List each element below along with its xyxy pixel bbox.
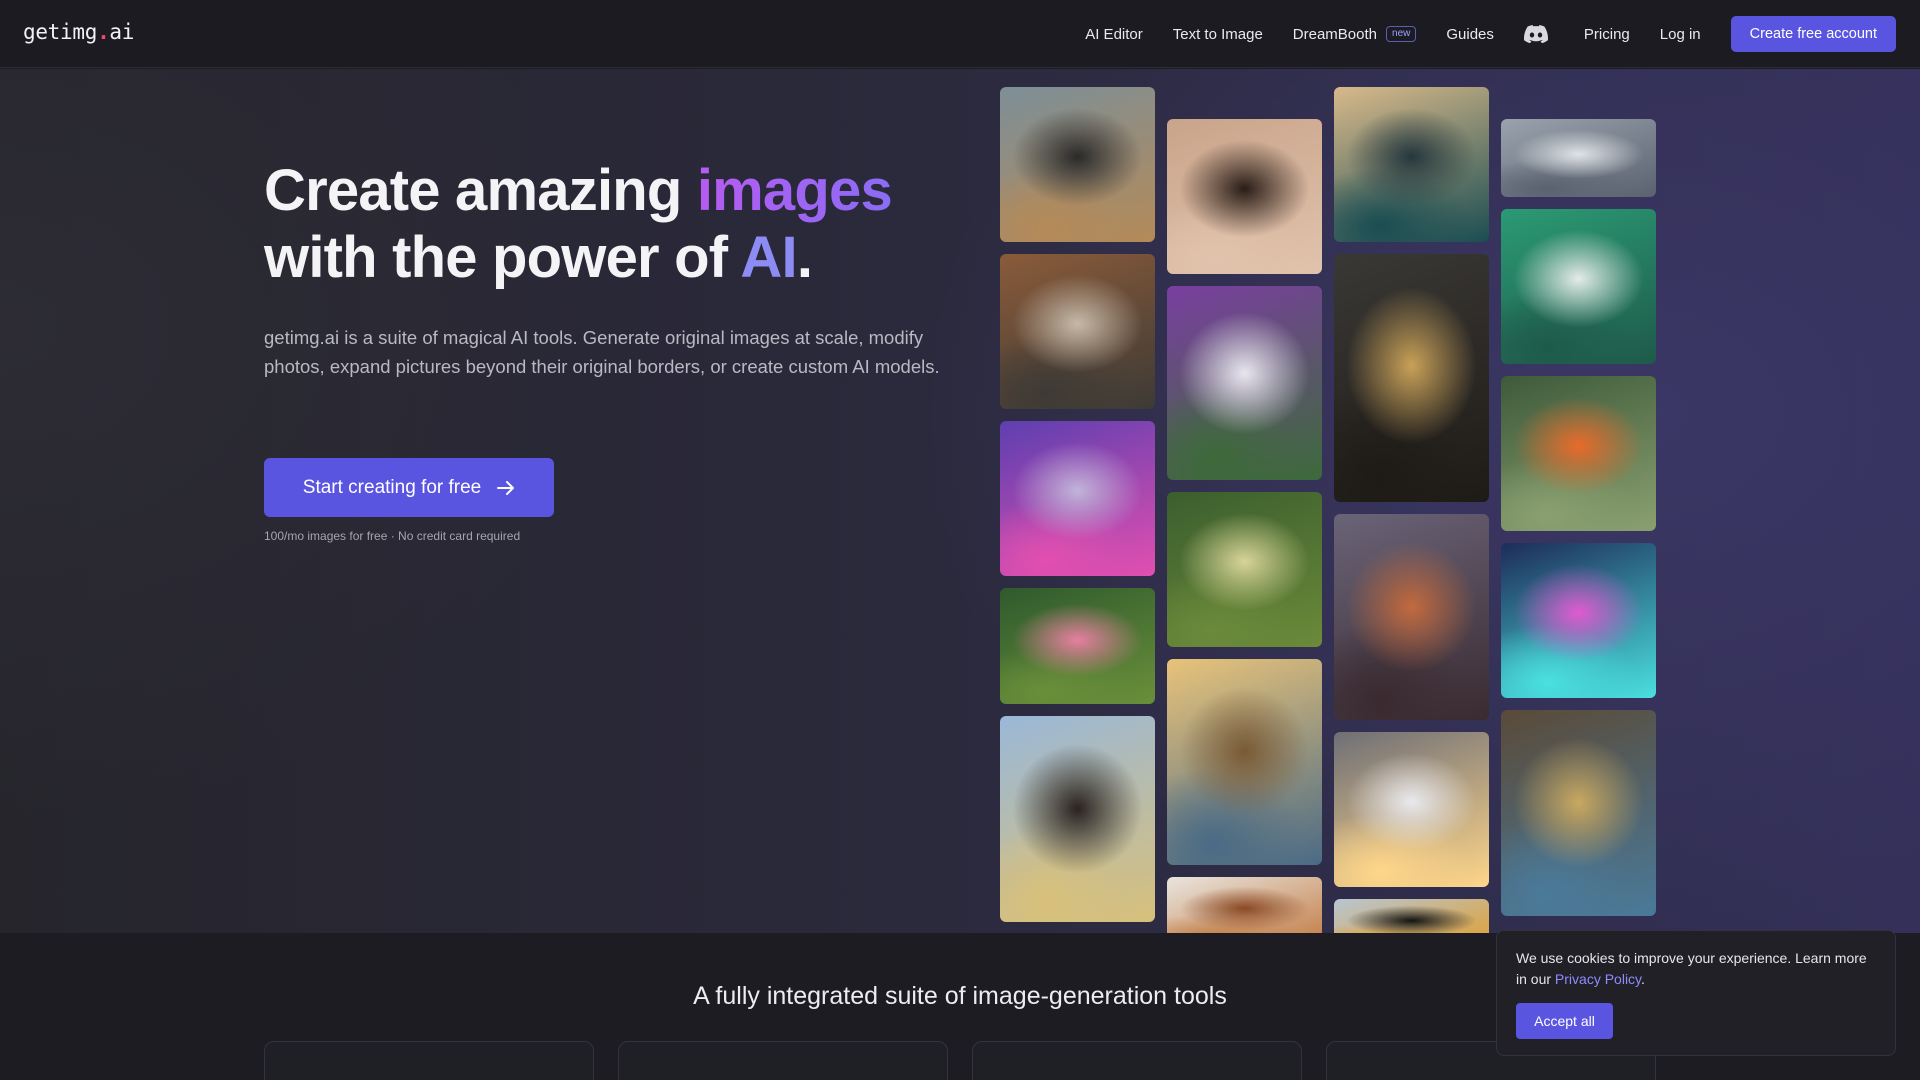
nav-dreambooth[interactable]: DreamBooth new — [1293, 26, 1417, 43]
start-creating-label: Start creating for free — [302, 476, 482, 498]
gallery-image-curly-hair-man[interactable] — [1167, 119, 1322, 274]
hero-title-end: . — [796, 225, 813, 290]
new-badge: new — [1386, 26, 1417, 42]
arrow-right-icon — [497, 480, 515, 495]
logo-name: getimg — [23, 20, 98, 44]
gallery-image-neon-hamster[interactable] — [1501, 543, 1656, 698]
start-creating-button[interactable]: Start creating for free — [264, 458, 554, 517]
gallery-image-golden-skull[interactable] — [1334, 254, 1489, 502]
nav-dreambooth-label: DreamBooth — [1292, 25, 1378, 43]
nav-guides[interactable]: Guides — [1446, 26, 1494, 43]
hero-title-part2: with the power of — [264, 225, 741, 290]
hero-title: Create amazing images with the power of … — [264, 157, 1004, 291]
hero-description: getimg.ai is a suite of magical AI tools… — [264, 327, 940, 377]
gallery-image-bedroom-window[interactable] — [1000, 254, 1155, 409]
hero-title-ai: AI — [740, 225, 797, 290]
cookie-text: We use cookies to improve your experienc… — [1516, 948, 1876, 990]
nav-text-to-image[interactable]: Text to Image — [1173, 26, 1263, 43]
feature-card[interactable] — [264, 1041, 594, 1080]
hero-title-part1: Create amazing — [264, 158, 697, 223]
gallery-image-forest-mushrooms[interactable] — [1334, 514, 1489, 720]
gallery-image-stormy-sea[interactable] — [1334, 87, 1489, 242]
gallery-image-clouds[interactable] — [1501, 119, 1656, 197]
gallery-image-koi-pond[interactable] — [1501, 376, 1656, 531]
cookie-end: . — [1641, 971, 1645, 987]
logo-dot: . — [97, 20, 110, 44]
gallery-image-glowing-sneaker[interactable] — [1334, 732, 1489, 887]
gallery-image-green-hair-anime[interactable] — [1501, 209, 1656, 364]
gallery-image-flower-goddess[interactable] — [1167, 286, 1322, 480]
gallery-image-wooden-arches[interactable] — [1167, 877, 1322, 933]
nav-login[interactable]: Log in — [1660, 26, 1701, 43]
gallery-image-sunlit-tree[interactable] — [1167, 492, 1322, 647]
privacy-policy-link[interactable]: Privacy Policy — [1555, 971, 1641, 987]
brand-logo[interactable]: getimg. ai — [23, 20, 134, 44]
gallery-image-horse-rider[interactable] — [1000, 716, 1155, 922]
nav-links: AI Editor Text to Image DreamBooth new G… — [1085, 16, 1896, 52]
logo-suffix: ai — [109, 20, 135, 44]
gallery-image-pink-roses[interactable] — [1000, 588, 1155, 704]
feature-card[interactable] — [618, 1041, 948, 1080]
discord-icon[interactable] — [1523, 25, 1548, 43]
gallery-image-masked-warrior[interactable] — [1501, 710, 1656, 916]
gallery-image-toucan-bird[interactable] — [1334, 899, 1489, 933]
nav-pricing[interactable]: Pricing — [1584, 26, 1630, 43]
gallery-image-fantasy-cat[interactable] — [1000, 421, 1155, 576]
gallery-image-pyramid[interactable] — [1167, 659, 1322, 865]
nav-ai-editor[interactable]: AI Editor — [1085, 26, 1143, 43]
hero-section: Create amazing images with the power of … — [0, 69, 1920, 933]
top-navbar: getimg. ai AI Editor Text to Image DreamB… — [0, 0, 1920, 68]
free-tier-note: 100/mo images for free · No credit card … — [264, 529, 521, 543]
hero-title-highlight: images — [696, 158, 893, 223]
accept-cookies-button[interactable]: Accept all — [1516, 1003, 1613, 1039]
create-account-button[interactable]: Create free account — [1730, 16, 1896, 52]
cookie-banner: We use cookies to improve your experienc… — [1496, 930, 1896, 1056]
gallery-image-portrait-man-coat[interactable] — [1000, 87, 1155, 242]
feature-card[interactable] — [972, 1041, 1302, 1080]
